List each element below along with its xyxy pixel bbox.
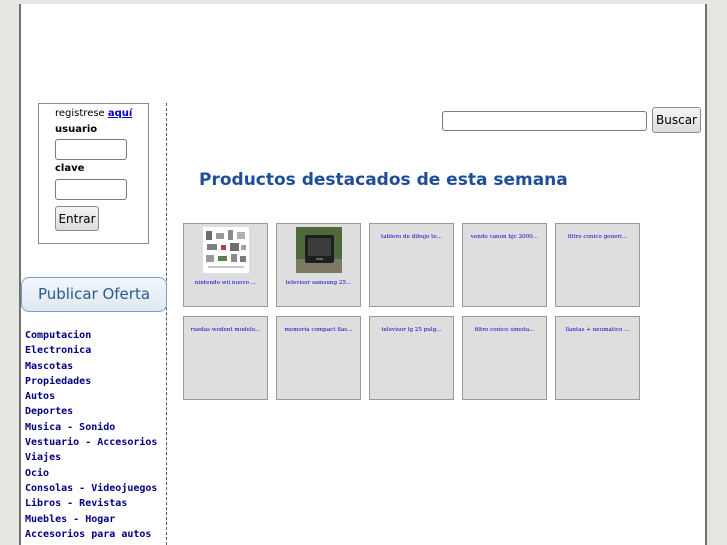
product-card[interactable]: vendo canon bjc 2000...: [462, 223, 547, 307]
product-caption: vendo canon bjc 2000...: [470, 234, 539, 240]
password-field[interactable]: [55, 179, 127, 200]
product-card[interactable]: tablero de dibujo te...: [369, 223, 454, 307]
product-card[interactable]: filtro conico simota...: [462, 316, 547, 400]
product-caption: televisor lg 25 pulg...: [381, 327, 442, 333]
product-card[interactable]: televisor lg 25 pulg...: [369, 316, 454, 400]
product-caption: tablero de dibujo te...: [380, 234, 443, 240]
category-item[interactable]: Mascotas: [25, 359, 157, 374]
category-item[interactable]: Viajes: [25, 450, 157, 465]
category-item[interactable]: Deportes: [25, 404, 157, 419]
product-caption: ruedas wodent modelo...: [190, 327, 261, 333]
catalog-thumbnail-icon: [203, 227, 249, 273]
category-item[interactable]: Consolas - Videojuegos: [25, 481, 157, 496]
register-prefix: registrese: [55, 108, 108, 119]
search-input[interactable]: [442, 111, 647, 131]
login-box: registrese aquí usuario clave Entrar: [38, 103, 149, 244]
category-item[interactable]: Vestuario - Accesorios: [25, 435, 157, 450]
register-line: registrese aquí: [55, 108, 132, 119]
product-caption: llantas + neumatico ...: [565, 327, 630, 333]
password-label: clave: [55, 163, 85, 174]
category-item[interactable]: Muebles - Hogar: [25, 512, 157, 527]
product-card[interactable]: ruedas wodent modelo...: [183, 316, 268, 400]
category-item[interactable]: Libros - Revistas: [25, 496, 157, 511]
category-item[interactable]: Ocio: [25, 466, 157, 481]
category-item[interactable]: Musica - Sonido: [25, 420, 157, 435]
product-card[interactable]: llantas + neumatico ...: [555, 316, 640, 400]
publish-offer-button[interactable]: Publicar Oferta: [21, 277, 167, 312]
product-caption: filtro conico generi...: [567, 234, 628, 240]
product-caption: nintendo wii nuevo ...: [194, 280, 257, 286]
register-link[interactable]: aquí: [108, 108, 132, 119]
product-card[interactable]: televisor samsung 25...: [276, 223, 361, 307]
product-caption: memoria compact flas...: [284, 327, 353, 333]
category-list: Computacion Electronica Mascotas Propied…: [25, 328, 157, 542]
page-container: registrese aquí usuario clave Entrar Pub…: [19, 4, 707, 545]
login-button[interactable]: Entrar: [55, 206, 99, 231]
category-item[interactable]: Electronica: [25, 343, 157, 358]
user-label: usuario: [55, 124, 98, 135]
category-item[interactable]: Autos: [25, 389, 157, 404]
product-card[interactable]: filtro conico generi...: [555, 223, 640, 307]
product-card[interactable]: nintendo wii nuevo ...: [183, 223, 268, 307]
product-caption: televisor samsung 25...: [285, 280, 352, 286]
sidebar-divider: [166, 103, 167, 545]
page-title: Productos destacados de esta semana: [199, 170, 568, 190]
search-button[interactable]: Buscar: [652, 107, 701, 133]
category-item[interactable]: Accesorios para autos: [25, 527, 157, 542]
category-item[interactable]: Propiedades: [25, 374, 157, 389]
product-caption: filtro conico simota...: [474, 327, 535, 333]
tv-thumbnail-icon: [296, 227, 342, 273]
user-field[interactable]: [55, 139, 127, 160]
category-item[interactable]: Computacion: [25, 328, 157, 343]
product-card[interactable]: memoria compact flas...: [276, 316, 361, 400]
